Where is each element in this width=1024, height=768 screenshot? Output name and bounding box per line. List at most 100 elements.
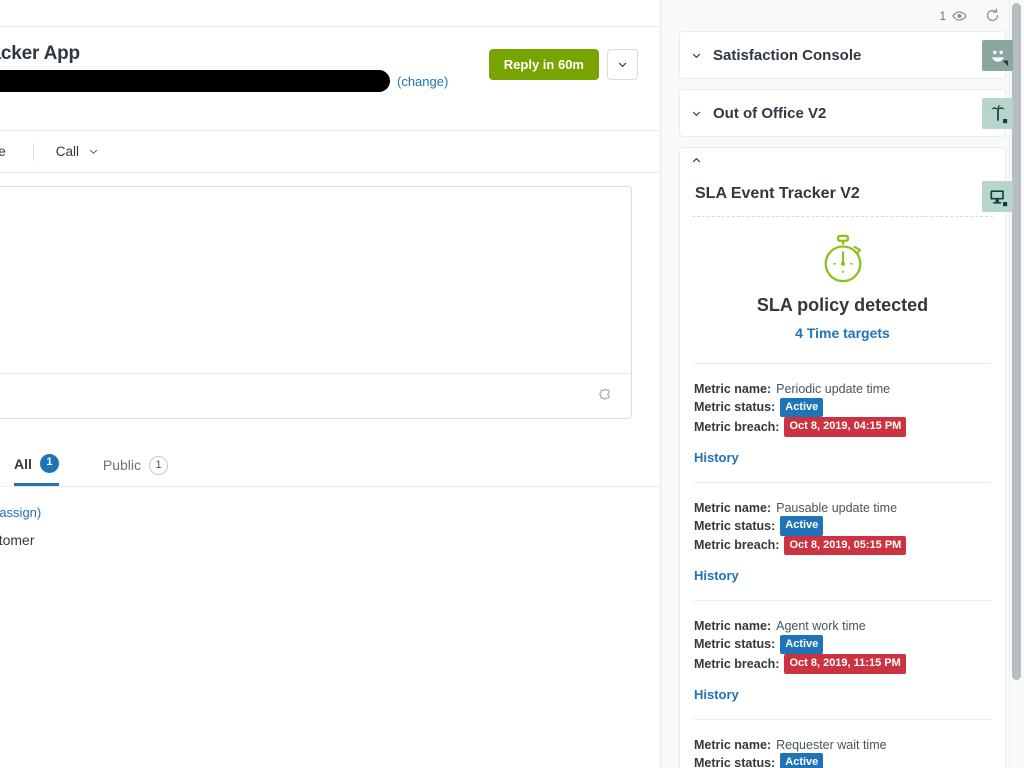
viewers-indicator[interactable]: 1 [939,9,967,23]
app-card-out-of-office[interactable]: Out of Office V2 [679,89,1013,137]
eye-icon [952,10,967,21]
tab-all[interactable]: All 1 [14,444,59,486]
metric-name-row: Metric name: Agent work time [694,618,991,635]
change-requester-link[interactable]: (change) [397,74,448,89]
breach-badge: Oct 8, 2019, 05:15 PM [784,535,907,555]
chevron-down-icon [692,53,701,58]
composer-textarea[interactable] [0,187,631,373]
metric-name-value: Pausable update time [776,500,898,515]
sla-content: SLA policy detected 4 Time targets Metri… [692,217,993,768]
status-badge: Active [780,397,824,417]
ticket-topbar [0,0,660,27]
stopwatch-icon [692,233,993,285]
metric-status-row: Metric status: Active [694,634,991,654]
app-card-header[interactable]: Out of Office V2 [680,90,1005,136]
event-text: out to customer [0,532,35,548]
metric-status-label: Metric status: [694,518,776,533]
redaction-bar [0,70,390,92]
metric-name-label: Metric name: [694,619,772,633]
assign-link[interactable]: (assign) [0,505,41,520]
comment-tabs: All 1 Public 1 [0,444,660,487]
metric-name-value: Requester wait time [776,737,887,752]
metric-breach-label: Metric breach: [694,419,780,434]
reply-options-button[interactable] [607,49,638,80]
metric-name-label: Metric name: [694,500,772,515]
metric-item: Metric name: Pausable update time Metric… [692,483,993,601]
metric-breach-row: Metric breach: Oct 8, 2019, 05:15 PM [694,535,991,555]
reply-button[interactable]: Reply in 60m [488,49,599,80]
status-badge: Active [780,634,824,654]
metric-name-value: Agent work time [776,619,866,633]
header-actions: Reply in 60m [488,49,638,80]
chevron-up-icon [692,158,701,163]
composer-wrapper [0,173,660,419]
metric-breach-label: Metric breach: [694,656,780,671]
app-card-header[interactable]: Satisfaction Console [680,32,1005,78]
ticket-events: ute ago (assign) out to customer [0,487,660,548]
channel-note-tab[interactable]: ote [0,144,6,159]
channel-call-selector[interactable]: Call [56,144,98,159]
time-targets-link[interactable]: 4 Time targets [692,325,993,341]
metric-status-row: Metric status: Active [694,397,991,417]
metric-name-row: Metric name: Pausable update time [694,500,991,517]
metric-status-label: Metric status: [694,400,776,414]
tab-public-count: 1 [149,455,169,475]
refresh-icon [986,8,999,22]
metric-breach-row: Metric breach: Oct 8, 2019, 04:15 PM [694,417,991,437]
tab-public-label: Public [102,457,142,473]
sla-card-body: SLA Event Tracker V2 SLA policy detected… [679,173,1013,768]
metric-item: Metric name: Periodic update time Metric… [692,364,993,483]
tab-all-count: 1 [39,454,59,473]
app-card-sla-event-tracker: SLA Event Tracker V2 SLA policy detected… [679,147,1013,768]
status-badge: Active [780,753,824,768]
metric-breach-label: Metric breach: [694,538,780,552]
channel-divider [32,142,34,161]
tab-public[interactable]: Public 1 [102,444,169,486]
smiley-face-icon [982,40,1013,71]
event-meta: ute ago (assign) [0,505,660,520]
metric-status-label: Metric status: [694,637,776,651]
chevron-down-icon [618,62,627,67]
sla-collapse-toggle[interactable] [679,147,1006,173]
app-title: Out of Office V2 [713,104,827,122]
chevron-down-icon [692,111,701,116]
metric-name-row: Metric name: Periodic update time [694,381,991,398]
metric-status-row: Metric status: Active [694,753,991,768]
status-badge: Active [780,516,824,536]
apps-scrollbar-thumb[interactable] [1012,3,1021,680]
breach-badge: Oct 8, 2019, 11:15 PM [784,654,906,674]
channel-call-label: Call [55,144,80,159]
metric-name-value: Periodic update time [776,382,891,396]
metric-name-label: Metric name: [694,737,772,752]
channel-bar: ote Call [0,131,660,173]
apps-topbar: 1 [661,0,1024,31]
ticket-header: ent Tracker App (change) Reply in 60m [0,27,660,131]
app-screen: ent Tracker App (change) Reply in 60m ot… [0,0,1024,768]
chevron-down-icon [89,149,98,154]
metric-name-row: Metric name: Requester wait time [694,737,991,754]
metric-item: Metric name: Agent work time Metric stat… [692,601,993,720]
history-link[interactable]: History [694,450,991,465]
metric-item: Metric name: Requester wait time Metric … [692,720,993,768]
history-link[interactable]: History [694,568,991,583]
app-title: Satisfaction Console [713,46,862,64]
history-link[interactable]: History [694,687,991,702]
metric-status-label: Metric status: [694,755,776,768]
reply-composer[interactable] [0,186,632,419]
composer-footer [0,373,631,418]
palm-tree-icon [982,98,1013,129]
tab-all-label: All [14,455,32,472]
breach-badge: Oct 8, 2019, 04:15 PM [784,417,907,437]
metric-breach-row: Metric breach: Oct 8, 2019, 11:15 PM [694,654,991,674]
puzzle-icon[interactable] [596,388,613,404]
ticket-pane: ent Tracker App (change) Reply in 60m ot… [0,0,660,768]
viewers-count: 1 [939,8,946,23]
app-card-satisfaction-console[interactable]: Satisfaction Console [679,31,1013,79]
sla-app-title: SLA Event Tracker V2 [692,173,993,217]
metric-name-label: Metric name: [694,382,772,396]
sla-policy-heading: SLA policy detected [756,295,929,315]
apps-sidebar: 1 Satisfaction Console Out of Office V2 … [660,0,1024,768]
refresh-button[interactable] [985,8,1000,23]
metric-status-row: Metric status: Active [694,516,991,536]
monitor-icon [982,181,1013,212]
